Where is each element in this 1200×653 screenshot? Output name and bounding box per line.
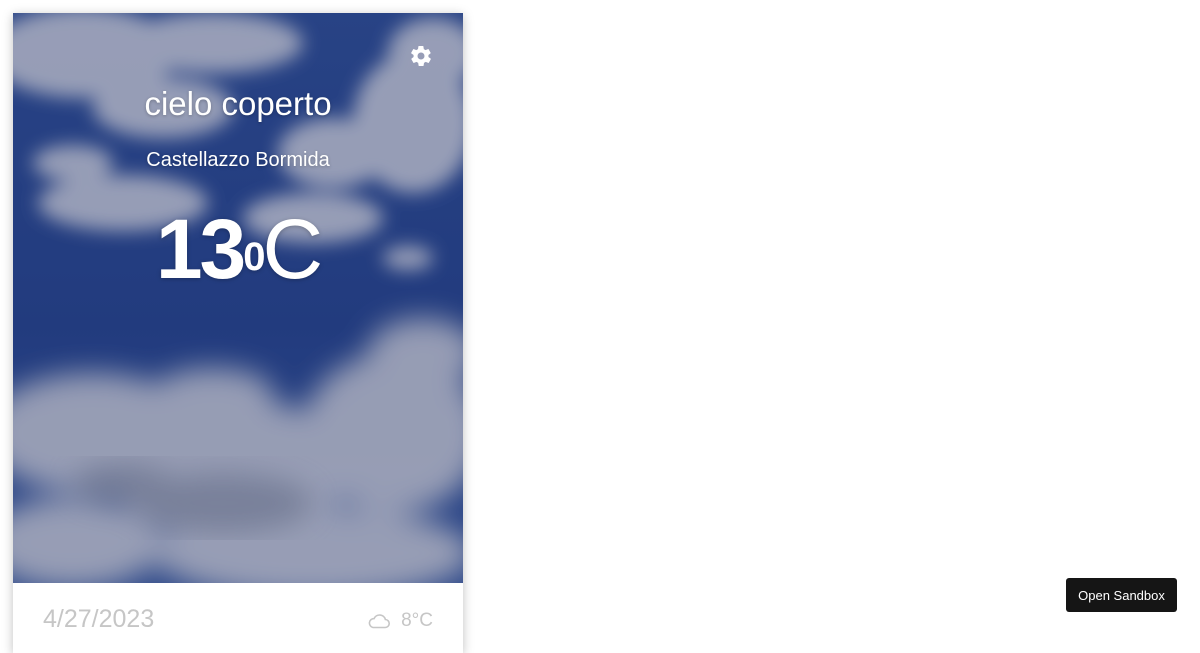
forecast-temp-value: 8°C xyxy=(401,610,433,631)
temperature-unit: C xyxy=(262,202,324,296)
temperature-degree: 0 xyxy=(243,235,265,279)
temperature-value: 13 xyxy=(155,202,246,296)
forecast-temperature-group: 8°C xyxy=(367,610,433,632)
open-sandbox-button[interactable]: Open Sandbox xyxy=(1066,578,1177,612)
cloud-icon xyxy=(368,614,391,629)
forecast-row: 4/27/2023 8°C xyxy=(13,583,463,653)
weather-description: cielo coperto xyxy=(144,85,332,122)
current-temperature: 130C xyxy=(13,199,463,299)
gear-icon xyxy=(411,45,431,67)
settings-button[interactable] xyxy=(409,44,433,68)
city-name: Castellazzo Bormida xyxy=(146,149,330,171)
weather-card: cielo coperto Castellazzo Bormida 130C 4… xyxy=(13,13,463,653)
weather-hero: cielo coperto Castellazzo Bormida 130C xyxy=(13,13,463,583)
